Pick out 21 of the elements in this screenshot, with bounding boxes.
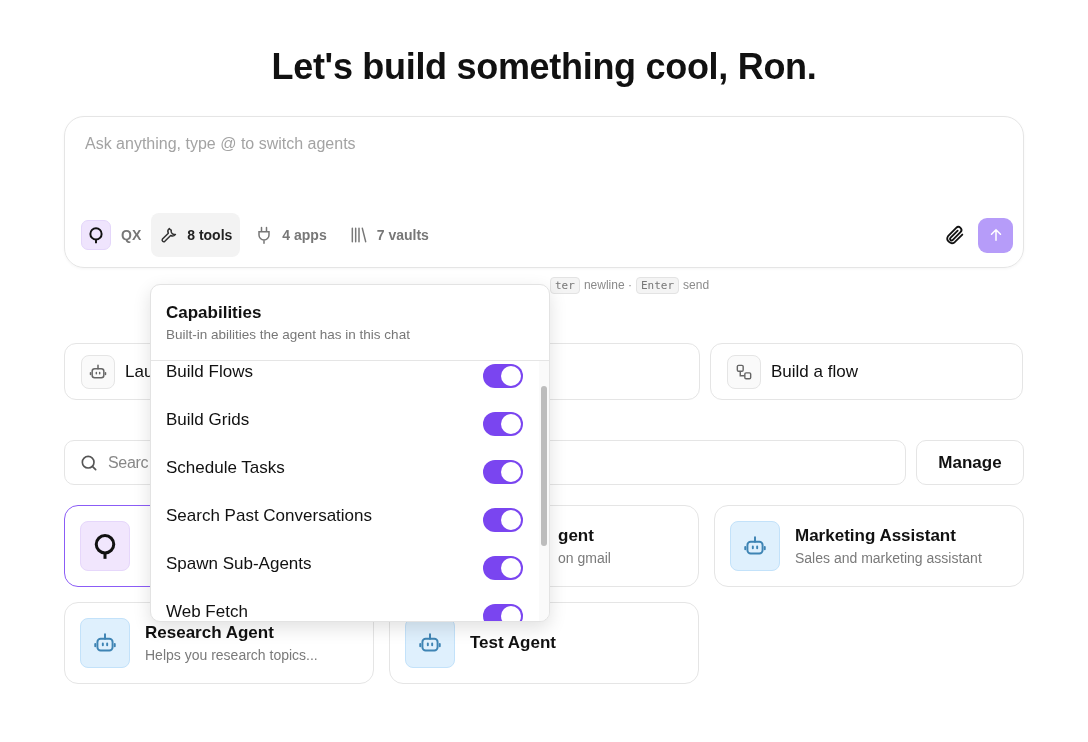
- keyboard-key: ter: [550, 276, 580, 294]
- popup-subtitle: Built-in abilities the agent has in this chat: [166, 327, 411, 342]
- keyboard-key: Enter: [635, 276, 680, 294]
- agent-description: Sales and marketing assistant: [795, 550, 982, 566]
- agent-name: Marketing Assistant: [795, 526, 957, 546]
- hint-text: newline ·: [583, 278, 632, 292]
- capability-label: Spawn Sub-Agents: [166, 554, 312, 574]
- agent-name: Test Agent: [470, 633, 556, 653]
- capability-label: Search Past Conversations: [166, 506, 372, 526]
- capability-label: Build Grids: [166, 410, 250, 430]
- popup-title: Capabilities: [166, 303, 263, 323]
- agent-description: on gmail: [558, 550, 611, 566]
- hint-text: send: [683, 278, 710, 292]
- agent-name: Research Agent: [145, 623, 275, 643]
- capability-label: Schedule Tasks: [166, 458, 285, 478]
- agent-description: Helps you research topics...: [145, 647, 318, 663]
- quick-action-label: Build a flow: [771, 361, 858, 382]
- agent-name: gent: [558, 526, 595, 546]
- capability-label: Build Flows: [166, 362, 253, 382]
- page-heading: Let's build something cool, Ron.: [270, 46, 818, 88]
- capability-label: Web Fetch: [166, 602, 248, 621]
